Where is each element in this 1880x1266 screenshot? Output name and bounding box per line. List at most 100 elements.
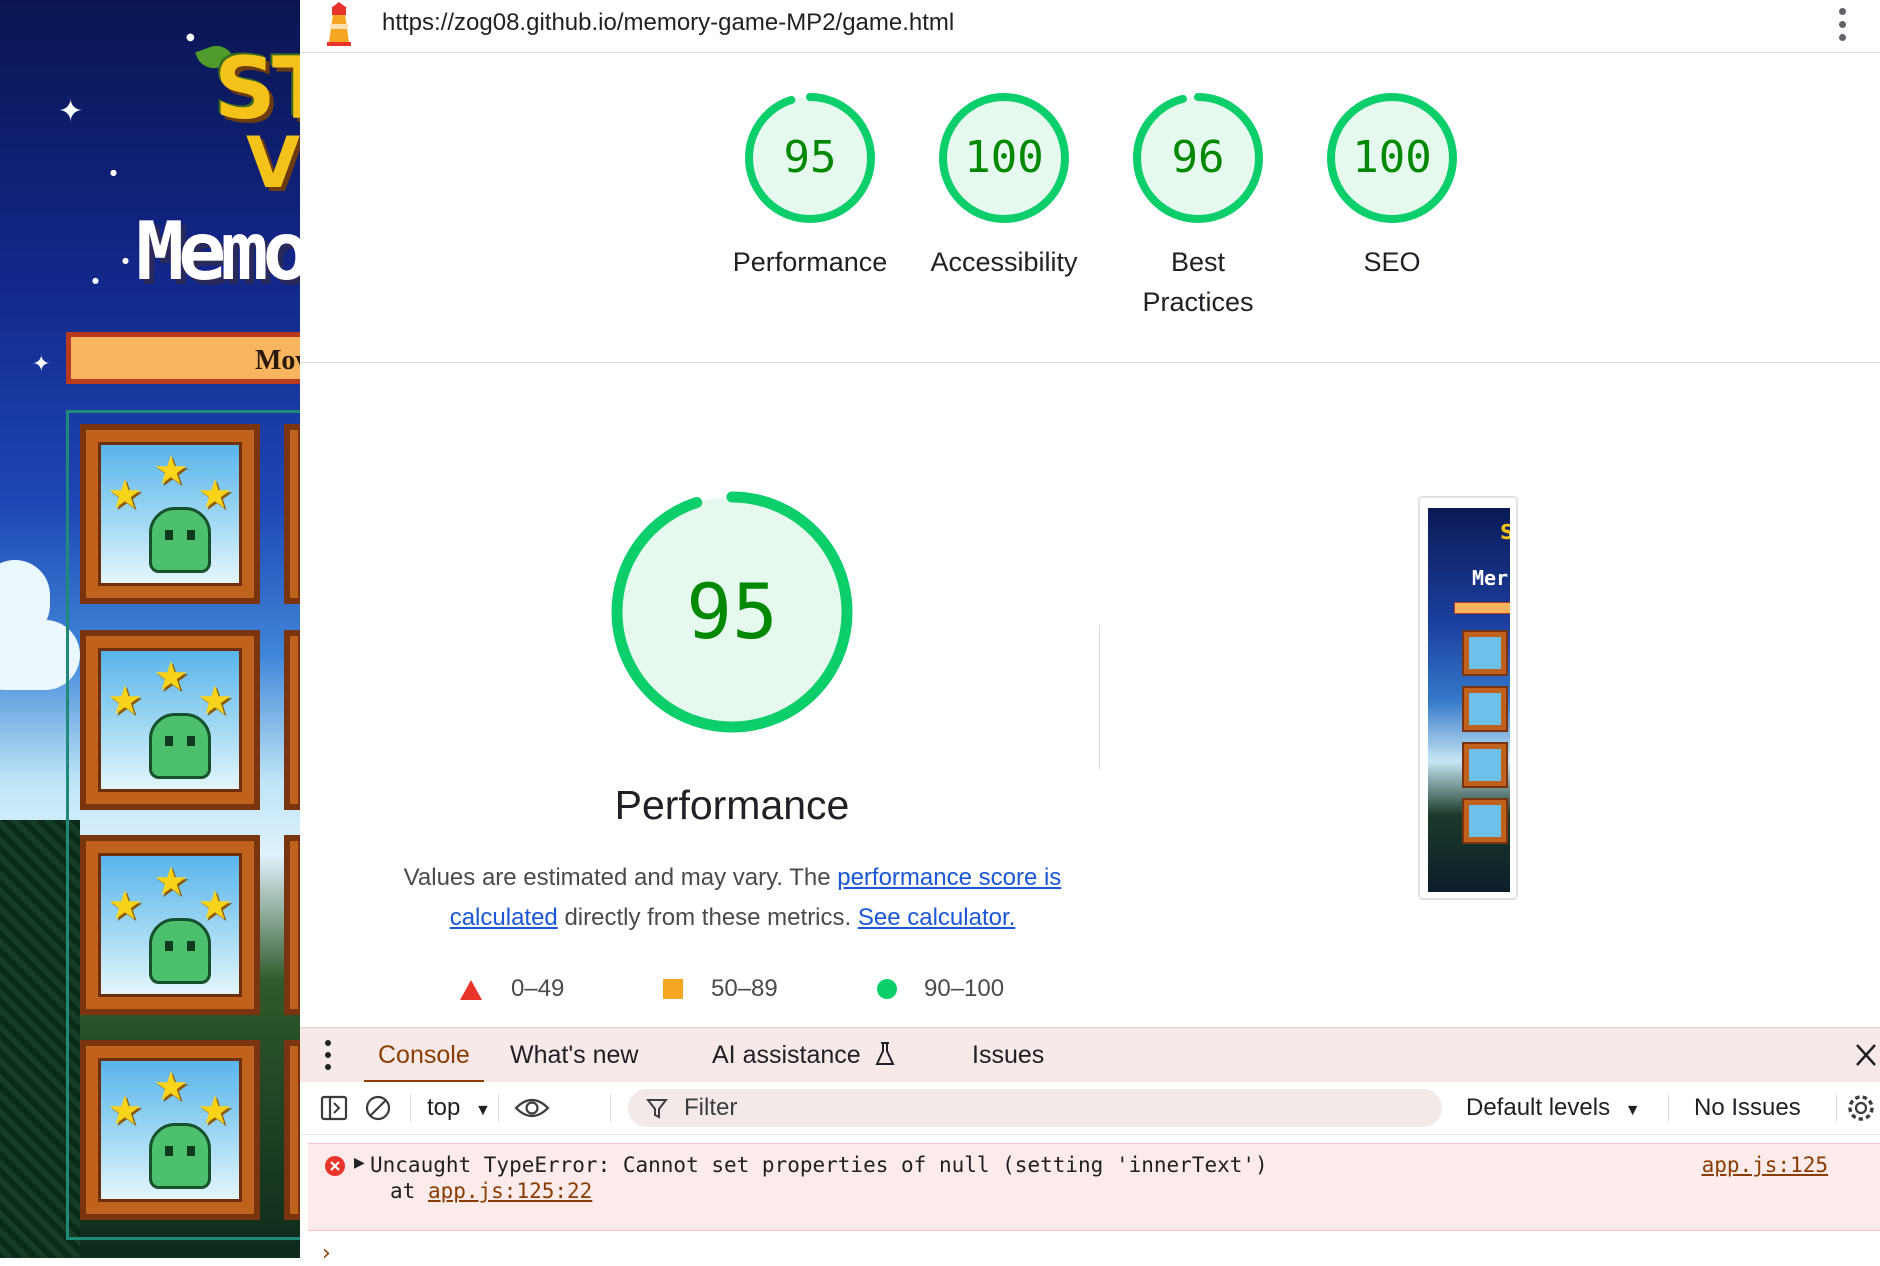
toolbar-separator [1668,1094,1669,1122]
star-icon: ★ [107,678,143,724]
tab-whats-new[interactable]: What's new [510,1028,638,1082]
memory-card-partial[interactable] [284,1040,300,1220]
star-icon: ★ [197,472,233,518]
filter-placeholder: Filter [684,1094,738,1121]
levels-value: Default levels [1466,1094,1611,1121]
clear-console-icon[interactable] [364,1082,392,1134]
sparkle-icon: ● [122,256,129,265]
star-icon: ★ [107,472,143,518]
legend-range-pass: 90–100 [924,975,1005,1002]
star-icon: ★ [107,1088,143,1134]
lighthouse-icon [327,2,351,46]
game-page-viewport: ✦ ✦ ● ● ● ● ST V Memo Mov ★ ★ ★ ★ ★ ★ ★ … [0,0,300,1258]
gauge-score: 95 [686,567,778,656]
thumb-card [1462,798,1508,844]
performance-detail-gauge: 95 [610,490,854,734]
card-face: ★ ★ ★ [98,648,242,792]
screenshot-image: S Mer [1428,508,1510,892]
thumb-card [1462,742,1508,788]
gauge-score: 95 [783,132,837,183]
moves-counter-bar: Mov [66,332,300,384]
fail-triangle-icon [460,980,482,1000]
console-filter-input[interactable]: Filter [628,1089,1442,1127]
gauge-label-accessibility: Accessibility [930,247,1078,277]
flask-icon [875,1042,895,1065]
star-icon: ★ [153,654,189,700]
moves-label: Mov [255,345,300,376]
star-icon: ★ [153,448,189,494]
gauge-score: 100 [1352,132,1432,183]
report-url-bar: https://zog08.github.io/memory-game-MP2/… [300,0,1880,53]
console-prompt-chevron-icon[interactable]: › [322,1241,331,1266]
chevron-down-icon: ▼ [475,1102,491,1119]
see-calculator-link[interactable]: See calculator. [858,904,1015,931]
star-icon: ★ [197,1088,233,1134]
thumb-moves-bar [1454,602,1510,614]
vertical-divider [1099,625,1100,770]
console-toolbar: top ▼ Filter Default levels ▼ No Issues [300,1082,1880,1135]
game-subtitle: Memo [136,205,300,298]
gauge-label-seo: SEO [1363,247,1421,277]
thumb-logo: S [1500,520,1510,544]
card-face: ★ ★ ★ [98,853,242,997]
category-title: Performance [614,782,850,828]
description-text: Values are estimated and may vary. The [403,864,838,891]
live-expression-eye-icon[interactable] [514,1082,550,1134]
error-source-link[interactable]: app.js:125 [1702,1152,1828,1178]
memory-card-partial[interactable] [284,630,300,810]
error-icon [325,1156,345,1176]
issues-counter-button[interactable]: No Issues [1694,1082,1801,1134]
expand-triangle-icon[interactable]: ▶ [354,1154,365,1171]
legend-range-average: 50–89 [711,975,778,1002]
stack-frame-link[interactable]: app.js:125:22 [428,1179,592,1203]
final-screenshot-thumbnail[interactable]: S Mer [1418,496,1518,900]
score-gauge-seo[interactable]: 100 [1326,92,1458,224]
stack-at-prefix: at [390,1179,428,1203]
card-face: ★ ★ ★ [98,442,242,586]
memory-card[interactable]: ★ ★ ★ [80,1040,260,1220]
memory-card[interactable]: ★ ★ ★ [80,835,260,1015]
gauge-score: 96 [1171,132,1225,183]
description-text: directly from these metrics. [557,904,858,931]
console-drawer: Console What's new AI assistance Issues … [300,1027,1880,1266]
star-icon: ★ [197,678,233,724]
error-text: Uncaught TypeError: Cannot set propertie… [370,1153,1268,1177]
star-icon: ★ [153,859,189,905]
sparkle-icon: ✦ [58,94,84,129]
score-gauge-accessibility[interactable]: 100 [938,92,1070,224]
score-gauge-performance[interactable]: 95 [744,92,876,224]
console-error-message: ▶ Uncaught TypeError: Cannot set propert… [308,1143,1880,1231]
game-logo-line2: V [246,122,300,204]
slime-icon [149,918,211,984]
tab-label: AI assistance [712,1041,861,1069]
gauge-score: 100 [964,132,1044,183]
tab-issues[interactable]: Issues [972,1028,1044,1082]
memory-card-partial[interactable] [284,424,300,604]
toolbar-separator [1836,1094,1837,1122]
tab-console[interactable]: Console [364,1028,484,1083]
close-drawer-icon[interactable] [1854,1028,1878,1082]
tab-ai-assistance[interactable]: AI assistance [712,1028,896,1082]
performance-description: Values are estimated and may vary. The p… [400,858,1065,938]
more-options-icon[interactable] [1834,4,1850,44]
devtools-panel: https://zog08.github.io/memory-game-MP2/… [300,0,1880,1266]
context-value: top [427,1094,461,1121]
drawer-menu-icon[interactable] [322,1028,334,1082]
drawer-tab-bar: Console What's new AI assistance Issues [300,1027,1880,1083]
thumb-title: Mer [1472,566,1509,590]
memory-card[interactable]: ★ ★ ★ [80,424,260,604]
context-selector[interactable]: top ▼ [427,1082,491,1134]
console-settings-gear-icon[interactable] [1846,1082,1876,1134]
average-square-icon [663,979,683,999]
thumb-card [1462,686,1508,732]
memory-card[interactable]: ★ ★ ★ [80,630,260,810]
memory-card-partial[interactable] [284,835,300,1015]
star-icon: ★ [153,1064,189,1110]
score-gauge-best-practices[interactable]: 96 [1132,92,1264,224]
toolbar-separator [610,1094,611,1122]
sidebar-toggle-icon[interactable] [320,1082,348,1134]
game-logo-line1: ST [214,39,300,139]
report-url-link[interactable]: https://zog08.github.io/memory-game-MP2/… [382,8,954,38]
gauge-label-best-practices: Best Practices [1142,247,1254,317]
log-levels-dropdown[interactable]: Default levels ▼ [1466,1082,1641,1134]
